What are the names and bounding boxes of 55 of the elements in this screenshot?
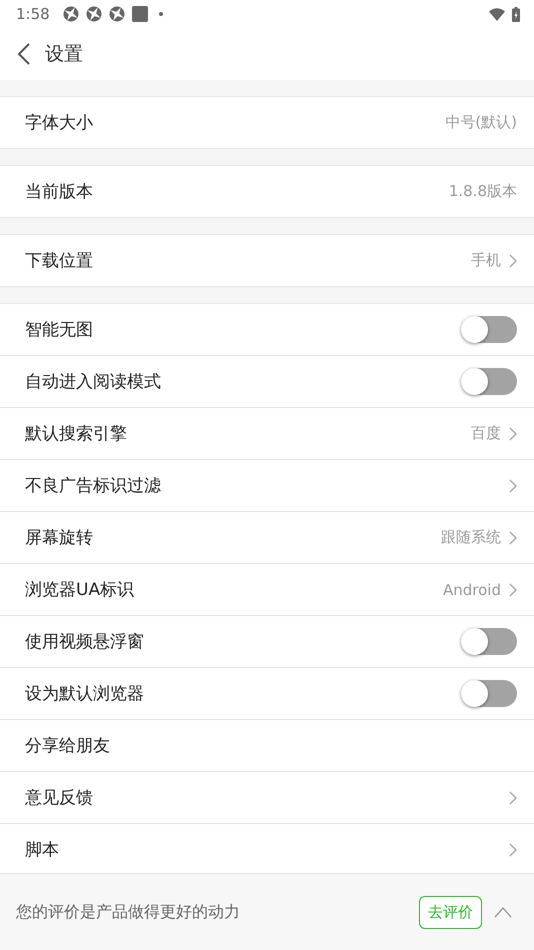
setting-label: 默认搜索引擎 (25, 423, 128, 445)
setting-value: 跟随系统 (441, 528, 501, 547)
setting-value: Android (443, 580, 501, 598)
toggle-switch[interactable] (461, 368, 517, 395)
setting-value: 中号(默认) (445, 113, 517, 132)
settings-row[interactable]: 字体大小 中号(默认) (0, 97, 534, 148)
chevron-right-icon (509, 426, 517, 440)
chevron-right-icon (509, 582, 517, 596)
setting-label: 脚本 (25, 839, 60, 861)
notification-icon (108, 6, 125, 22)
dot-icon (158, 12, 163, 16)
settings-row[interactable]: 当前版本 1.8.8版本 (0, 166, 534, 217)
wifi-icon (489, 8, 505, 20)
settings-row[interactable]: 设为默认浏览器 (0, 667, 534, 719)
settings-row[interactable]: 智能无图 (0, 304, 534, 355)
back-icon[interactable] (17, 43, 31, 65)
status-time: 1:58 (16, 5, 50, 23)
setting-value: 百度 (471, 424, 501, 443)
chevron-right-icon (509, 478, 517, 492)
setting-label: 字体大小 (25, 112, 94, 134)
settings-row[interactable]: 不良广告标识过滤 (0, 459, 534, 511)
chevron-right-icon (509, 842, 517, 856)
notification-icon (62, 6, 79, 22)
settings-row[interactable]: 自动进入阅读模式 (0, 355, 534, 407)
notification-icon (86, 6, 102, 22)
toggle-switch[interactable] (461, 680, 517, 707)
settings-row[interactable]: 使用视频悬浮窗 (0, 615, 534, 667)
chevron-right-icon (509, 790, 517, 804)
setting-label: 当前版本 (25, 181, 94, 203)
settings-row[interactable]: 浏览器UA标识 Android (0, 563, 534, 615)
chevron-right-icon (509, 254, 517, 268)
rating-message: 您的评价是产品做得更好的动力 (16, 902, 241, 922)
setting-label: 浏览器UA标识 (25, 579, 136, 601)
setting-label: 智能无图 (25, 319, 94, 341)
setting-label: 不良广告标识过滤 (25, 475, 162, 497)
setting-label: 屏幕旋转 (25, 527, 94, 549)
setting-label: 自动进入阅读模式 (25, 371, 162, 393)
settings-row[interactable]: 下载位置 手机 (0, 235, 534, 286)
setting-label: 设为默认浏览器 (25, 683, 145, 705)
toggle-switch[interactable] (461, 316, 517, 343)
settings-row[interactable]: 意见反馈 (0, 771, 534, 823)
setting-label: 下载位置 (25, 250, 94, 272)
settings-row[interactable]: 屏幕旋转 跟随系统 (0, 511, 534, 563)
page-title: 设置 (45, 42, 83, 67)
setting-label: 使用视频悬浮窗 (25, 631, 145, 653)
chevron-right-icon (509, 530, 517, 544)
toggle-switch[interactable] (461, 628, 517, 655)
setting-value: 1.8.8版本 (448, 182, 517, 201)
setting-label: 意见反馈 (25, 787, 94, 809)
settings-row[interactable]: 默认搜索引擎 百度 (0, 407, 534, 459)
setting-value: 手机 (471, 251, 501, 270)
settings-row[interactable]: 分享给朋友 (0, 719, 534, 771)
setting-label: 分享给朋友 (25, 735, 111, 757)
battery-icon (512, 6, 520, 22)
notification-icon (132, 6, 148, 22)
